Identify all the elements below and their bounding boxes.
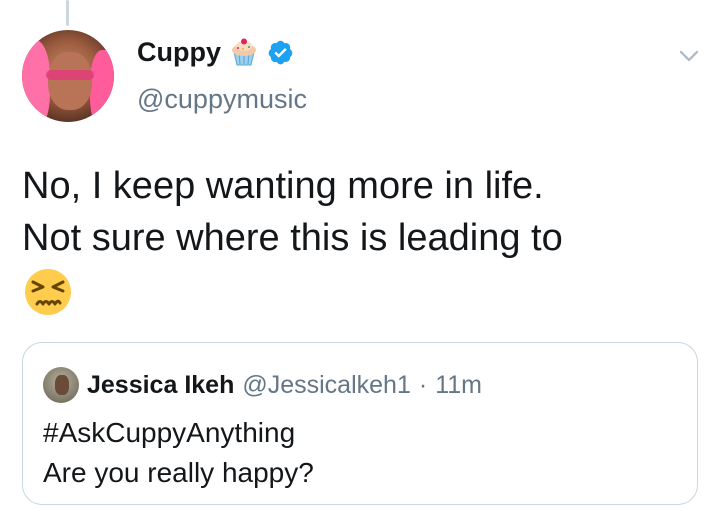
quoted-author-name: Jessica Ikeh — [87, 370, 235, 399]
author-name-row: Cuppy — [137, 38, 294, 66]
quoted-hashtag[interactable]: #AskCuppyAnything — [43, 413, 314, 453]
quoted-tweet[interactable]: Jessica Ikeh @Jessicalkeh1 · 11m #AskCup… — [22, 342, 698, 505]
chevron-down-icon[interactable] — [678, 48, 700, 64]
quoted-text-line: Are you really happy? — [43, 457, 314, 488]
quoted-author-handle: @Jessicalkeh1 — [242, 370, 411, 399]
quoted-author-avatar — [43, 367, 79, 403]
separator-dot: · — [418, 370, 428, 399]
thread-line — [66, 0, 69, 26]
tweet-text-line: No, I keep wanting more in life. — [22, 165, 544, 207]
author-name[interactable]: Cuppy — [137, 38, 221, 66]
quoted-tweet-header: Jessica Ikeh @Jessicalkeh1 · 11m — [43, 367, 482, 403]
persevering-face-icon — [25, 269, 71, 315]
author-avatar[interactable] — [22, 30, 114, 122]
tweet-text-line: Not sure where this is leading to — [22, 217, 563, 259]
verified-badge-icon — [268, 40, 293, 64]
quoted-tweet-time: 11m — [435, 370, 482, 399]
quoted-tweet-text: #AskCuppyAnything Are you really happy? — [43, 413, 314, 493]
author-handle[interactable]: @cuppymusic — [137, 86, 307, 113]
tweet-text: No, I keep wanting more in life. Not sur… — [22, 160, 563, 264]
cupcake-icon — [232, 38, 256, 66]
